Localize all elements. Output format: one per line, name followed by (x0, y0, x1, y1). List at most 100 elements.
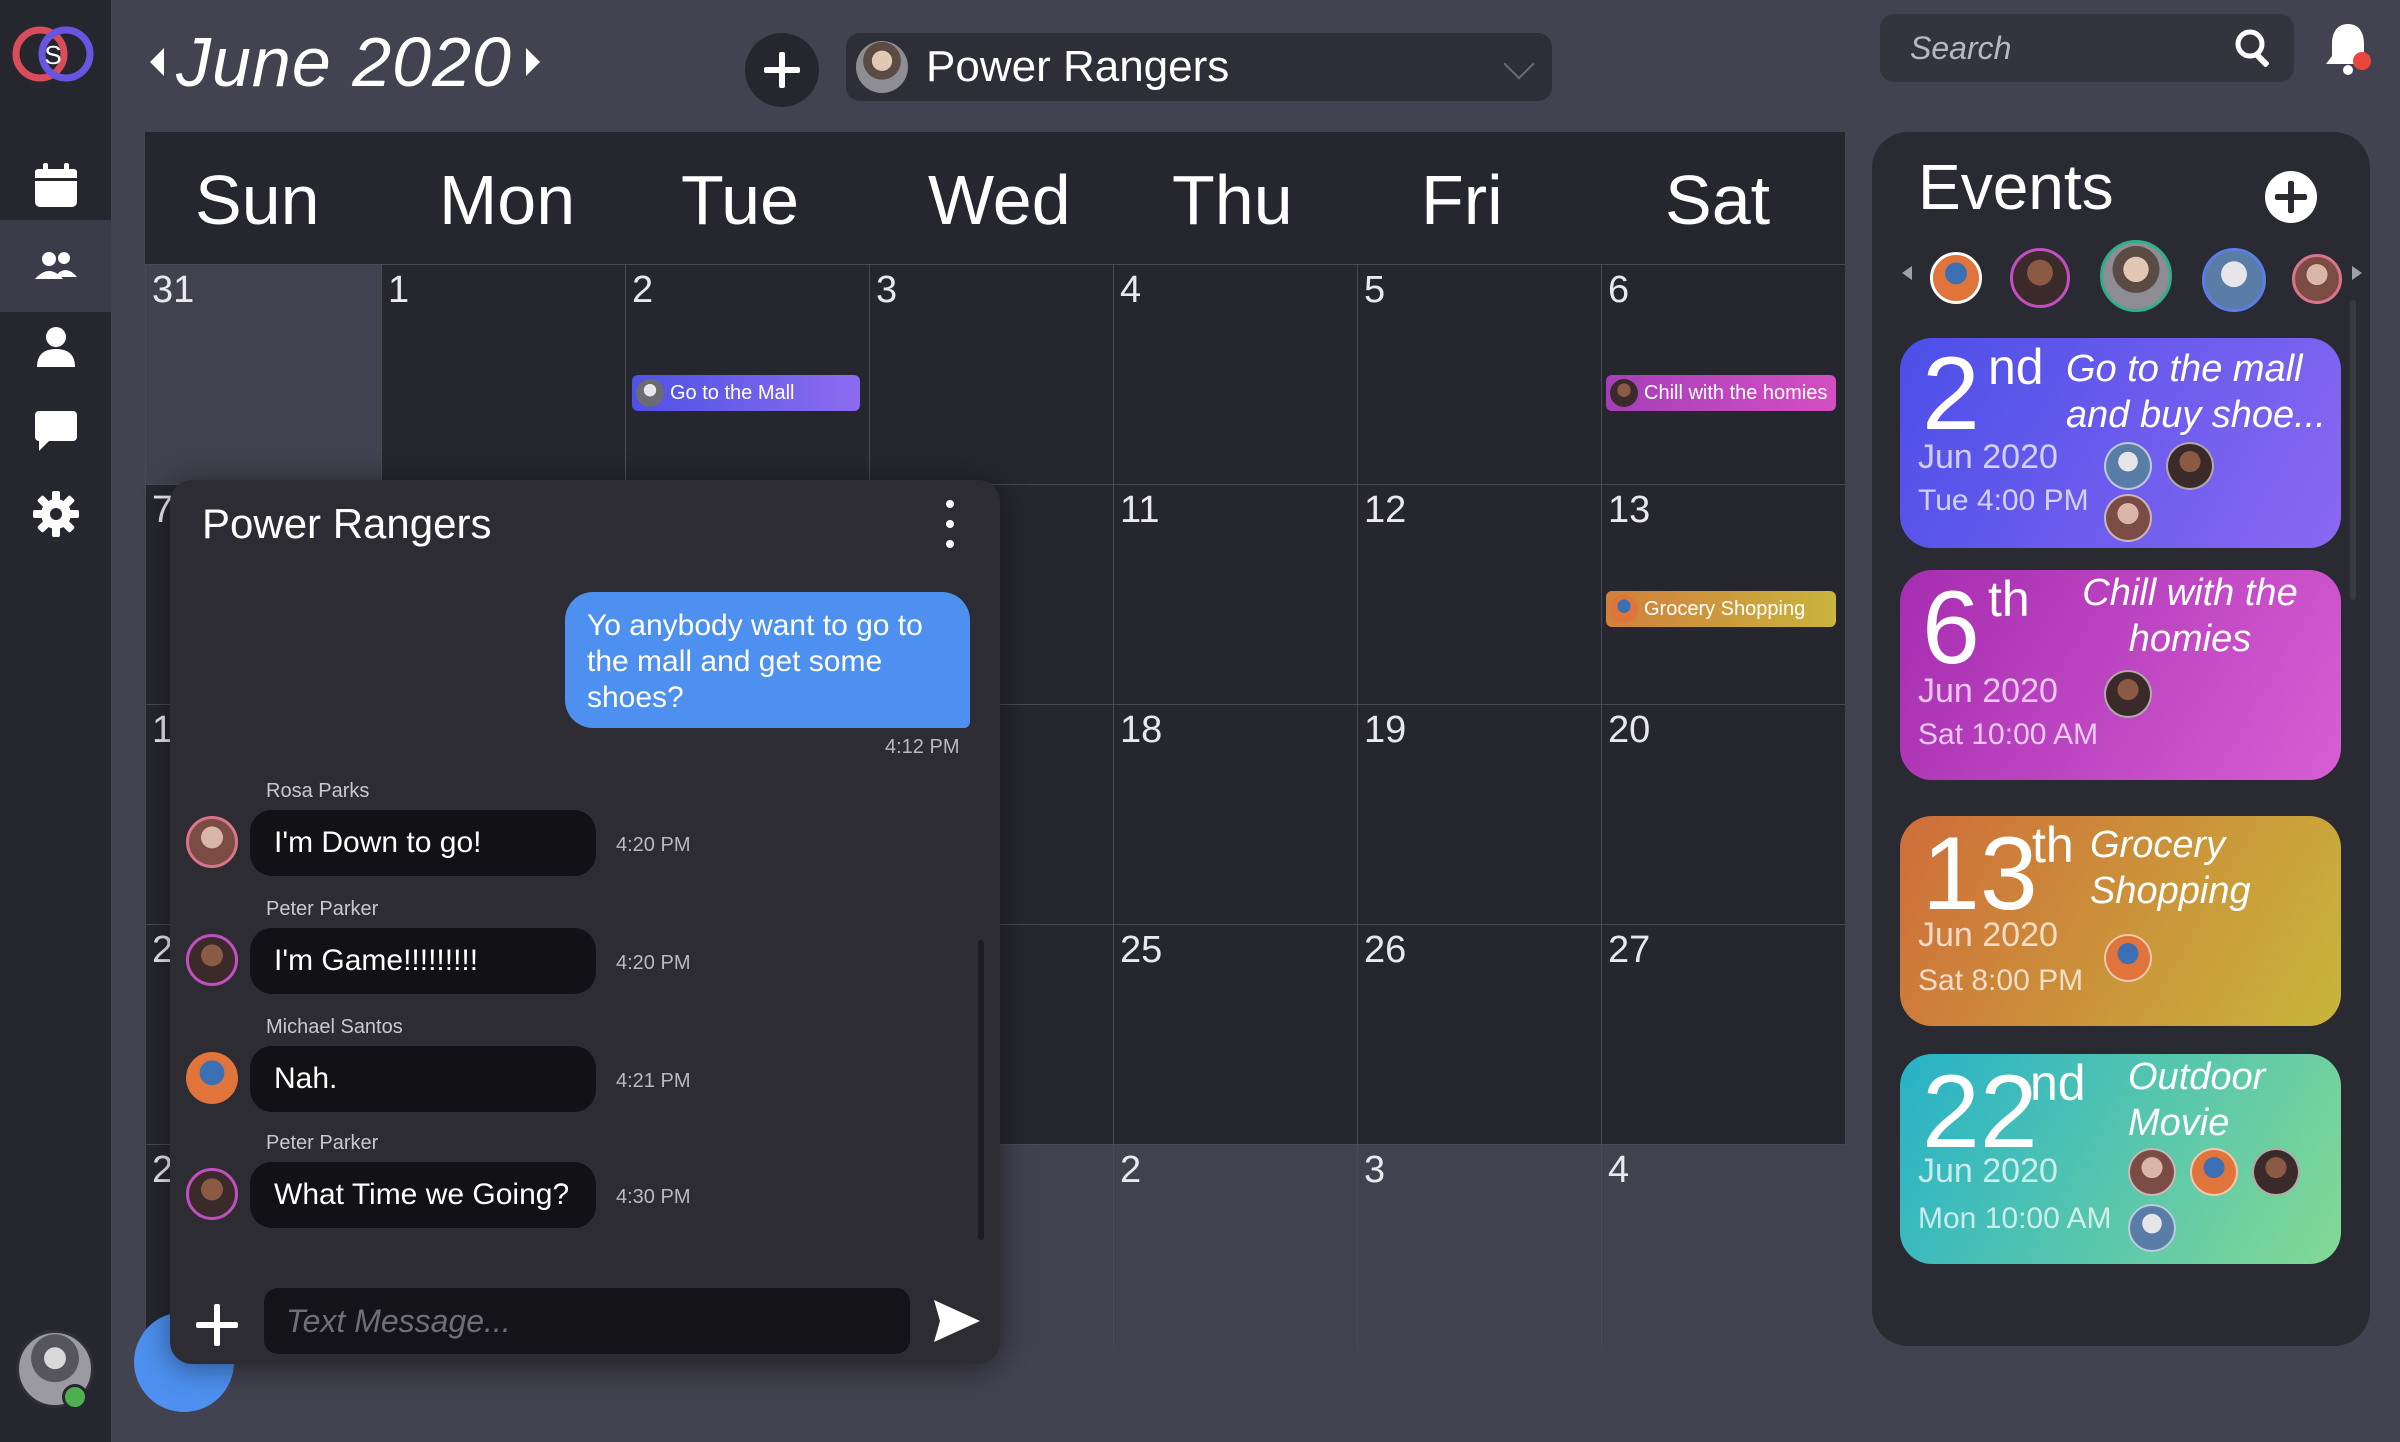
day-cell[interactable]: 12 (1357, 484, 1601, 704)
nav-groups[interactable] (0, 220, 111, 312)
day-cell[interactable]: 25 (1113, 924, 1357, 1144)
send-icon[interactable] (932, 1298, 982, 1344)
day-cell[interactable]: 18 (1113, 704, 1357, 924)
calendar-event-chip[interactable]: Chill with the homies (1606, 375, 1836, 411)
event-card[interactable]: 6 th Chill with the homies Jun 2020 Sat … (1900, 570, 2341, 780)
event-card[interactable]: 13 th Grocery Shopping Jun 2020 Sat 8:00… (1900, 816, 2341, 1026)
add-event-icon[interactable] (2264, 170, 2318, 224)
message-timestamp: 4:20 PM (616, 952, 691, 974)
event-avatar (1610, 595, 1638, 623)
sender-name: Peter Parker (266, 1132, 379, 1154)
member-avatar[interactable] (1930, 252, 1982, 304)
event-time: Mon 10:00 AM (1918, 1202, 2112, 1235)
day-number: 1 (388, 269, 410, 311)
attendee-avatar (2104, 442, 2152, 490)
carousel-next-icon[interactable] (2352, 266, 2362, 280)
day-cell[interactable]: 2 Go to the Mall (625, 264, 869, 484)
day-cell[interactable]: 3 (869, 264, 1113, 484)
event-card[interactable]: 2 nd Go to the mall and buy shoe... Jun … (1900, 338, 2341, 548)
day-cell[interactable]: 3 (1357, 1144, 1601, 1348)
nav-profile[interactable] (0, 300, 111, 392)
nav-settings[interactable] (0, 468, 111, 560)
sender-name: Rosa Parks (266, 780, 370, 802)
day-cell[interactable]: 13 Grocery Shopping (1601, 484, 1845, 704)
add-attachment-icon[interactable] (192, 1300, 242, 1350)
event-day-suffix: nd (1988, 339, 2044, 395)
day-cell[interactable]: 27 (1601, 924, 1845, 1144)
add-group-button[interactable] (745, 33, 819, 107)
kebab-icon[interactable] (940, 496, 960, 552)
day-number: 19 (1364, 709, 1407, 751)
day-cell[interactable]: 1 (381, 264, 625, 484)
event-title: Grocery Shopping (2090, 824, 2251, 912)
message-bubble: I'm Down to go! (250, 810, 596, 876)
sender-avatar (186, 1052, 238, 1104)
attendee-avatar (2166, 442, 2214, 490)
weekday-sat: Sat (1665, 161, 1771, 239)
chat-icon (34, 411, 77, 451)
group-selector[interactable]: Power Rangers (846, 33, 1552, 101)
event-day: 2 (1922, 338, 1980, 452)
sender-name: Peter Parker (266, 898, 379, 920)
search-icon[interactable] (2232, 26, 2276, 70)
attendee-avatar (2128, 1204, 2176, 1252)
nav-calendar[interactable] (0, 140, 111, 232)
day-number: 25 (1120, 929, 1163, 971)
day-cell[interactable]: 20 (1601, 704, 1845, 924)
month-navigator: June 2020 (150, 22, 540, 102)
day-cell[interactable]: 5 (1357, 264, 1601, 484)
day-number: 6 (1608, 269, 1630, 311)
member-avatar-selected[interactable] (2100, 240, 2172, 312)
carousel-prev-icon[interactable] (1902, 266, 1912, 280)
next-month-arrow-icon[interactable] (525, 48, 540, 76)
weekday-mon: Mon (439, 161, 576, 239)
member-avatar[interactable] (2010, 248, 2070, 308)
search-input[interactable] (1910, 29, 2210, 67)
group-name: Power Rangers (926, 42, 1230, 91)
member-avatar[interactable] (2292, 254, 2342, 304)
weekday-header-row: Sun Mon Tue Wed Thu Fri Sat (145, 132, 1845, 264)
chat-title: Power Rangers (202, 500, 492, 547)
sender-avatar (186, 934, 238, 986)
logo-icon[interactable]: S (8, 22, 100, 86)
day-number: 5 (1364, 269, 1386, 311)
event-date: Jun 2020 (1918, 672, 2058, 710)
calendar-event-chip[interactable]: Go to the Mall (632, 375, 860, 411)
group-avatar (856, 41, 908, 93)
member-avatar-carousel (1902, 236, 2362, 316)
attendee-avatar (2104, 934, 2152, 982)
events-scrollbar[interactable] (2350, 300, 2356, 600)
day-cell[interactable]: 11 (1113, 484, 1357, 704)
event-time: Tue 4:00 PM (1918, 484, 2089, 517)
day-cell[interactable]: 2 (1113, 1144, 1357, 1348)
day-cell[interactable]: 4 (1113, 264, 1357, 484)
day-number: 18 (1120, 709, 1163, 751)
day-cell[interactable]: 26 (1357, 924, 1601, 1144)
attendee-avatar (2252, 1148, 2300, 1196)
day-cell[interactable]: 31 (145, 264, 381, 484)
calendar-icon (34, 163, 77, 207)
nav-messages[interactable] (0, 384, 111, 476)
event-title: Go to the mall and buy shoe... (2066, 348, 2326, 436)
message-input[interactable] (264, 1288, 910, 1354)
event-label: Chill with the homies (1644, 381, 1828, 404)
chat-scrollbar[interactable] (978, 940, 984, 1240)
member-avatar[interactable] (2202, 248, 2266, 312)
event-day-suffix: th (2032, 817, 2074, 873)
calendar-event-chip[interactable]: Grocery Shopping (1606, 591, 1836, 627)
search-bar (1880, 14, 2294, 82)
event-day: 22 (1922, 1054, 2038, 1170)
chat-panel: Power Rangers Yo anybody want to go to t… (170, 480, 1000, 1364)
day-cell[interactable]: 6 Chill with the homies (1601, 264, 1845, 484)
attendee-avatar (2104, 494, 2152, 542)
day-number: 20 (1608, 709, 1651, 751)
prev-month-arrow-icon[interactable] (150, 48, 164, 76)
event-card[interactable]: 22 nd Outdoor Movie Jun 2020 Mon 10:00 A… (1900, 1054, 2341, 1264)
message-timestamp: 4:20 PM (616, 834, 691, 856)
weekday-sun: Sun (195, 161, 320, 239)
event-date: Jun 2020 (1918, 438, 2058, 476)
day-cell[interactable]: 19 (1357, 704, 1601, 924)
day-number: 27 (1608, 929, 1651, 971)
month-title: June 2020 (176, 23, 512, 101)
day-cell[interactable]: 4 (1601, 1144, 1845, 1348)
